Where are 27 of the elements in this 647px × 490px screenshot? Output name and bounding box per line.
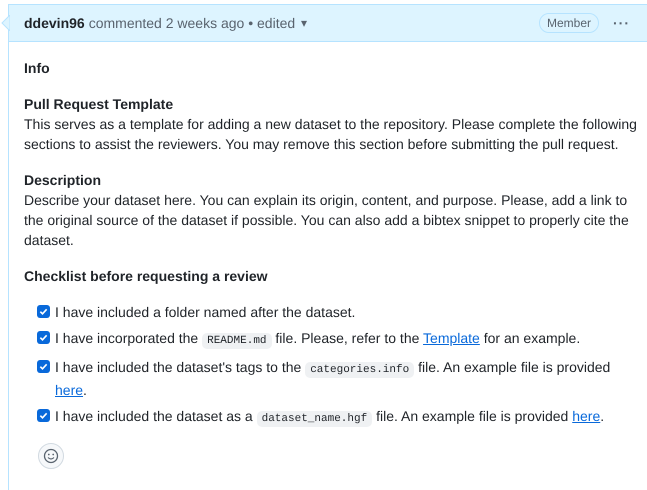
comment-meta: commented 2 weeks ago • edited bbox=[88, 15, 296, 31]
checkbox[interactable] bbox=[37, 331, 50, 344]
role-badge: Member bbox=[538, 13, 599, 33]
link[interactable]: Template bbox=[423, 330, 480, 346]
paragraph: This serves as a template for adding a new dataset to the repository. Please complete the following sections to assist the reviewers. You may remove this section before submitting the pull request. bbox=[24, 115, 638, 154]
checklist-item-text: I have included the dataset's tags to the categories.info file. An example file is provided here. bbox=[55, 358, 612, 400]
section-heading: Info bbox=[24, 59, 51, 78]
section-heading: Checklist before requesting a review bbox=[24, 267, 269, 286]
emoji-reaction-button[interactable] bbox=[38, 443, 64, 469]
smiley-icon bbox=[43, 448, 59, 464]
section-heading: Pull Request Template bbox=[24, 95, 174, 114]
link[interactable]: here bbox=[55, 382, 84, 398]
paragraph: Describe your dataset here. You can explain its origin, content, and purpose. Please, add a link to the original source of the dataset if possible. You can also add a bibtex snippet to properly cite the dataset. bbox=[24, 191, 630, 250]
checkbox[interactable] bbox=[37, 409, 50, 422]
more-options-icon[interactable]: ··· bbox=[613, 15, 630, 31]
checkbox[interactable] bbox=[37, 305, 50, 318]
caret-icon[interactable]: ▾ bbox=[301, 16, 308, 30]
link[interactable]: here bbox=[572, 408, 600, 424]
checklist-item-text: I have included a folder named after the dataset. bbox=[55, 303, 356, 322]
inline-code: README.md bbox=[202, 333, 272, 349]
inline-code: categories.info bbox=[305, 362, 414, 378]
section-heading: Description bbox=[24, 171, 102, 190]
checkbox[interactable] bbox=[37, 360, 50, 373]
checklist-item-text: I have included the dataset as a dataset_name.hgf file. An example file is provided here. bbox=[55, 407, 604, 429]
inline-code: dataset_name.hgf bbox=[256, 411, 372, 427]
author-name[interactable]: ddevin96 bbox=[24, 15, 85, 31]
checklist-item-text: I have incorporated the README.md file. Please, refer to the Template for an example. bbox=[55, 329, 580, 351]
